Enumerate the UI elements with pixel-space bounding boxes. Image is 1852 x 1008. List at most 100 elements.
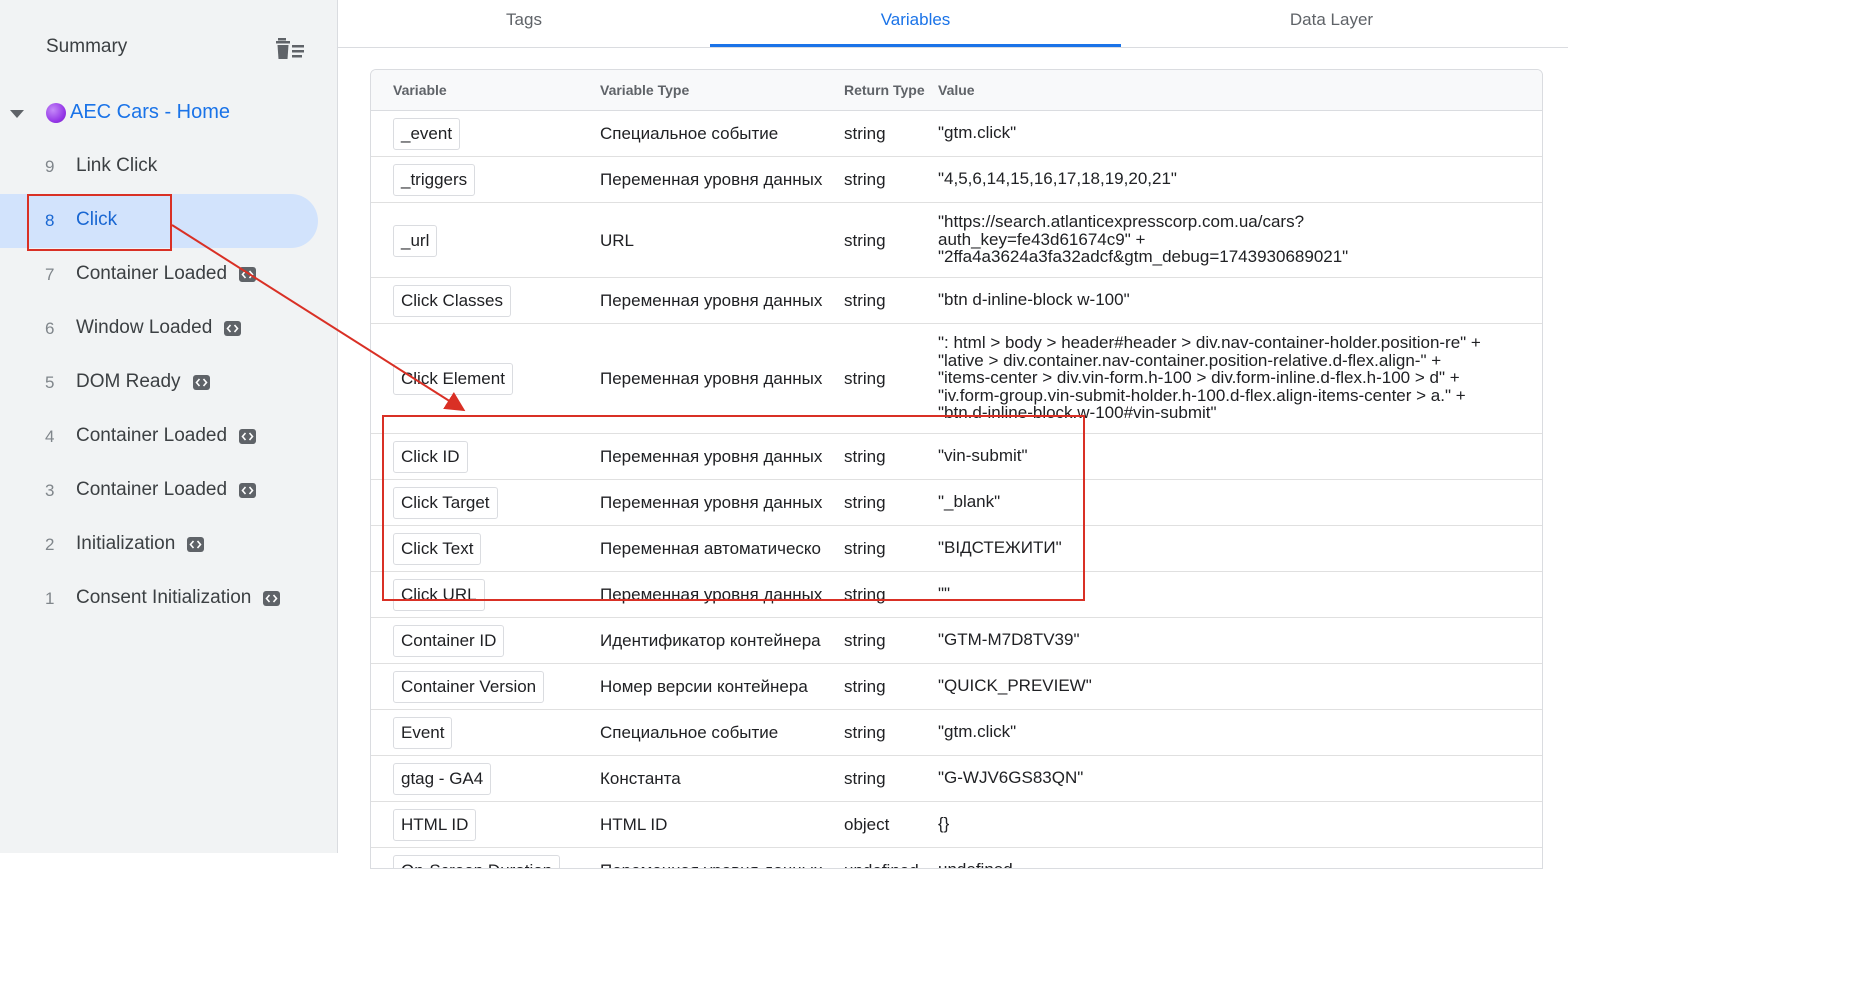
variable-name-chip[interactable]: Event [393,717,453,749]
summary-label[interactable]: Summary [46,36,127,58]
summary-row[interactable]: Summary [46,36,306,62]
value-cell: "GTM-M7D8TV39" [938,630,1080,650]
event-item[interactable]: 6 Window Loaded [0,302,318,356]
event-item[interactable]: 9 Link Click [0,140,318,194]
event-label-text: Link Click [76,155,158,176]
return-type-cell: string [844,723,886,742]
event-number: 4 [45,427,55,446]
event-sidebar: Summary AEC Cars - Home 9 Link Click 8 Clic… [0,0,338,853]
tab-data-layer[interactable]: Data Layer [1121,0,1542,48]
event-label-text: Container Loaded [76,425,228,446]
event-item[interactable]: 3 Container Loaded [0,464,318,518]
event-item[interactable]: 7 Container Loaded [0,248,318,302]
code-badge-icon [239,482,257,498]
variable-type-cell: Переменная уровня данных [600,170,823,189]
event-number: 3 [45,481,55,500]
return-type-cell: string [844,585,886,604]
table-row: _url URL string "https://search.atlanticexp… [371,203,1542,278]
variable-name-chip[interactable]: Click URL [393,579,485,611]
container-label[interactable]: AEC Cars - Home [70,101,230,124]
event-label-text: Initialization [76,533,176,554]
variable-type-cell: Переменная уровня данных [600,369,823,388]
value-cell: "_blank" [938,492,1001,512]
variable-name-chip[interactable]: _url [393,224,438,257]
event-label-text: Window Loaded [76,317,213,338]
value-cell: "" [938,584,951,604]
variable-type-cell: URL [600,230,635,250]
caret-down-icon[interactable] [10,110,24,118]
container-status-dot [46,103,66,123]
event-number: 5 [45,373,55,392]
event-number: 1 [45,589,55,608]
table-row: Click Classes Переменная уровня данных str… [371,278,1542,324]
event-item[interactable]: 1 Consent Initialization [0,572,318,626]
table-row: Container Version Номер версии контейнера… [371,664,1542,710]
variable-name-chip[interactable]: Click Classes [393,285,512,317]
event-number: 8 [45,211,55,230]
event-label-text: Container Loaded [76,263,228,284]
event-label: Container Loaded [76,263,257,285]
variable-type-cell: Константа [600,769,681,788]
event-label: Container Loaded [76,425,257,447]
variable-type-cell: Идентификатор контейнера [600,631,821,650]
table-row: gtag - GA4 Константа string "G-WJV6GS83QN" [371,756,1542,802]
event-label: Consent Initialization [76,587,281,609]
variable-name-chip[interactable]: Click Target [393,487,498,519]
variable-name-chip[interactable]: Click ID [393,441,468,473]
event-label: Window Loaded [76,317,242,339]
table-row: Click Text Переменная автоматическо string… [371,526,1542,572]
return-type-cell: string [844,291,886,310]
return-type-cell: string [844,493,886,512]
event-item[interactable]: 8 Click [0,194,318,248]
tab-tags[interactable]: Tags [338,0,710,48]
variables-table: Variable Variable Type Return Type Value… [370,69,1543,869]
table-row: Click ID Переменная уровня данных string "v… [371,434,1542,480]
return-type-cell: object [844,815,890,834]
clear-list-icon[interactable] [276,36,306,62]
variable-name-chip[interactable]: Click Element [393,363,513,395]
value-cell: "gtm.click" [938,123,1017,143]
event-number: 6 [45,319,55,338]
code-badge-icon [224,320,242,336]
variable-type-cell: HTML ID [600,815,668,834]
variable-name-chip[interactable]: Click Text [393,533,482,565]
value-cell: "QUICK_PREVIEW" [938,676,1092,696]
variable-name-chip[interactable]: _event [393,118,461,150]
return-type-cell: string [844,124,886,143]
variable-name-chip[interactable]: gtag - GA4 [393,763,492,795]
table-row: On-Screen Duration Переменная уровня данн… [371,848,1542,868]
event-label: DOM Ready [76,371,210,393]
value-cell: "btn d-inline-block w-100" [938,290,1130,310]
event-item[interactable]: 2 Initialization [0,518,318,572]
value-cell: "ВІДСТЕЖИТИ" [938,538,1062,558]
header-value: Value [938,82,975,98]
table-row: Click Target Переменная уровня данных stri… [371,480,1542,526]
table-row: _event Специальное событие string "gtm.clic… [371,111,1542,157]
event-item[interactable]: 5 DOM Ready [0,356,318,410]
table-row: HTML ID HTML ID object {} [371,802,1542,848]
event-label: Container Loaded [76,479,257,501]
variable-type-cell: Переменная автоматическо [600,539,821,558]
tab-bar: Tags Variables Data Layer [338,0,1568,48]
event-list: 9 Link Click 8 Click 7 Container Loaded 6 Windo… [0,140,338,626]
event-label: Link Click [76,155,157,177]
container-row[interactable]: AEC Cars - Home [8,100,318,128]
variable-name-chip[interactable]: Container ID [393,625,505,657]
event-label: Click [76,209,117,231]
return-type-cell: string [844,769,886,788]
tab-variables[interactable]: Variables [710,0,1121,48]
event-label-text: Container Loaded [76,479,228,500]
table-row: Click Element Переменная уровня данных str… [371,324,1542,434]
event-label: Initialization [76,533,205,555]
active-tab-indicator [710,44,1121,47]
event-label-text: Consent Initialization [76,587,252,608]
value-cell: "G-WJV6GS83QN" [938,768,1084,788]
value-cell: "4,5,6,14,15,16,17,18,19,20,21" [938,169,1177,189]
variable-name-chip[interactable]: HTML ID [393,809,477,841]
variable-type-cell: Переменная уровня данных [600,861,842,868]
variable-name-chip[interactable]: Container Version [393,671,545,703]
variable-name-chip[interactable]: _triggers [393,164,476,196]
variable-name-chip[interactable]: On-Screen Duration [393,855,561,868]
header-variable-type: Variable Type [600,82,690,98]
event-item[interactable]: 4 Container Loaded [0,410,318,464]
